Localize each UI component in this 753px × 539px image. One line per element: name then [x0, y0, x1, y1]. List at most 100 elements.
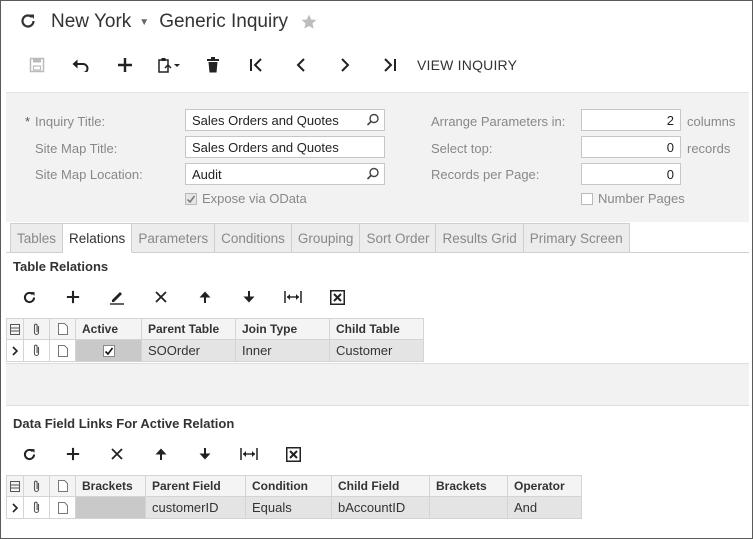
tab-primary-screen[interactable]: Primary Screen — [523, 223, 630, 253]
join-type-cell[interactable]: Inner — [235, 339, 330, 362]
col-header-child-table[interactable]: Child Table — [329, 318, 424, 340]
move-up-link-button[interactable] — [139, 441, 183, 467]
copy-paste-button[interactable] — [147, 51, 191, 79]
brackets-close-cell[interactable] — [429, 496, 508, 519]
tab-tables[interactable]: Tables — [10, 223, 64, 253]
col-header-brackets-close[interactable]: Brackets — [429, 475, 508, 497]
note-icon — [50, 480, 75, 492]
site-map-title-field[interactable]: Sales Orders and Quotes — [185, 136, 385, 158]
records-per-page-value: 0 — [666, 167, 674, 182]
refresh-relations-button[interactable] — [7, 284, 51, 310]
add-button[interactable] — [103, 51, 147, 79]
move-down-link-button[interactable] — [183, 441, 227, 467]
col-header-active[interactable]: Active — [75, 318, 142, 340]
arrange-params-unit: columns — [687, 114, 736, 129]
row-selector[interactable] — [6, 496, 24, 519]
active-checkbox[interactable] — [75, 339, 142, 362]
tab-relations[interactable]: Relations — [63, 223, 133, 253]
search-icon[interactable] — [366, 167, 380, 184]
view-inquiry-button[interactable]: VIEW INQUIRY — [417, 57, 517, 73]
refresh-icon[interactable] — [19, 12, 39, 32]
tab-sort-order[interactable]: Sort Order — [360, 223, 437, 253]
tab-results-grid[interactable]: Results Grid — [436, 223, 524, 253]
number-pages-checkbox[interactable]: Number Pages — [581, 191, 685, 206]
site-map-location-field[interactable]: Audit — [185, 163, 385, 185]
settings-icon — [7, 323, 23, 335]
col-header-operator[interactable]: Operator — [507, 475, 582, 497]
fit-columns-button[interactable] — [227, 441, 271, 467]
edit-relation-button[interactable] — [95, 284, 139, 310]
add-relation-button[interactable] — [51, 284, 95, 310]
col-header-parent-field[interactable]: Parent Field — [145, 475, 246, 497]
row-selector[interactable] — [6, 339, 24, 362]
refresh-links-button[interactable] — [7, 441, 51, 467]
fit-columns-button[interactable] — [271, 284, 315, 310]
col-header-condition[interactable]: Condition — [245, 475, 332, 497]
chevron-down-icon[interactable]: ▼ — [139, 17, 149, 28]
row-settings-header[interactable] — [6, 318, 24, 340]
col-header-parent-table[interactable]: Parent Table — [141, 318, 236, 340]
title-bar: New York ▼ Generic Inquiry — [19, 9, 318, 35]
paperclip-icon — [24, 344, 49, 357]
export-excel-button[interactable] — [271, 441, 315, 467]
site-map-title-value: Sales Orders and Quotes — [192, 140, 339, 155]
site-map-location-value: Audit — [192, 167, 222, 182]
relations-toolbar — [7, 284, 359, 310]
arrange-params-field[interactable]: 2 — [581, 109, 681, 131]
col-header-join-type[interactable]: Join Type — [235, 318, 330, 340]
tab-grouping[interactable]: Grouping — [291, 223, 361, 253]
save-button[interactable] — [15, 51, 59, 79]
undo-button[interactable] — [59, 51, 103, 79]
tab-conditions[interactable]: Conditions — [215, 223, 292, 253]
add-link-button[interactable] — [51, 441, 95, 467]
child-table-cell[interactable]: Customer — [329, 339, 424, 362]
tab-parameters[interactable]: Parameters — [132, 223, 216, 253]
files-header — [23, 475, 50, 497]
col-header-child-field[interactable]: Child Field — [331, 475, 430, 497]
select-top-field[interactable]: 0 — [581, 136, 681, 158]
records-per-page-field[interactable]: 0 — [581, 163, 681, 185]
previous-record-button[interactable] — [279, 51, 323, 79]
select-top-value: 0 — [666, 140, 674, 155]
company-selector[interactable]: New York — [51, 11, 131, 33]
main-toolbar: VIEW INQUIRY — [15, 51, 517, 79]
paperclip-icon — [24, 323, 49, 336]
next-record-button[interactable] — [323, 51, 367, 79]
inquiry-title-field[interactable]: Sales Orders and Quotes — [185, 109, 385, 131]
row-files[interactable] — [23, 496, 50, 519]
parent-table-cell[interactable]: SOOrder — [141, 339, 236, 362]
row-notes[interactable] — [49, 339, 76, 362]
operator-cell[interactable]: And — [507, 496, 582, 519]
paperclip-icon — [24, 480, 49, 493]
last-record-button[interactable] — [367, 51, 411, 79]
col-header-brackets-open[interactable]: Brackets — [75, 475, 146, 497]
child-field-cell[interactable]: bAccountID — [331, 496, 430, 519]
row-files[interactable] — [23, 339, 50, 362]
move-up-relation-button[interactable] — [183, 284, 227, 310]
paperclip-icon — [24, 501, 49, 514]
move-down-relation-button[interactable] — [227, 284, 271, 310]
chevron-right-icon — [7, 345, 23, 356]
table-row[interactable]: SOOrder Inner Customer — [6, 339, 424, 362]
delete-relation-button[interactable] — [139, 284, 183, 310]
first-record-button[interactable] — [235, 51, 279, 79]
site-map-location-label: Site Map Location: — [35, 167, 143, 182]
row-settings-header[interactable] — [6, 475, 24, 497]
arrange-params-value: 2 — [666, 113, 674, 128]
condition-cell[interactable]: Equals — [245, 496, 332, 519]
export-excel-button[interactable] — [315, 284, 359, 310]
expose-odata-checkbox[interactable]: Expose via OData — [185, 191, 307, 206]
files-header — [23, 318, 50, 340]
star-icon[interactable] — [300, 13, 318, 31]
table-row[interactable]: customerID Equals bAccountID And — [6, 496, 582, 519]
records-per-page-label: Records per Page: — [431, 167, 540, 182]
tab-bar: Tables Relations Parameters Conditions G… — [10, 223, 630, 253]
relations-grid: Active Parent Table Join Type Child Tabl… — [6, 318, 424, 362]
delete-link-button[interactable] — [95, 441, 139, 467]
inquiry-title-value: Sales Orders and Quotes — [192, 113, 339, 128]
parent-field-cell[interactable]: customerID — [145, 496, 246, 519]
search-icon[interactable] — [366, 113, 380, 130]
row-notes[interactable] — [49, 496, 76, 519]
brackets-open-cell[interactable] — [75, 496, 146, 519]
delete-button[interactable] — [191, 51, 235, 79]
